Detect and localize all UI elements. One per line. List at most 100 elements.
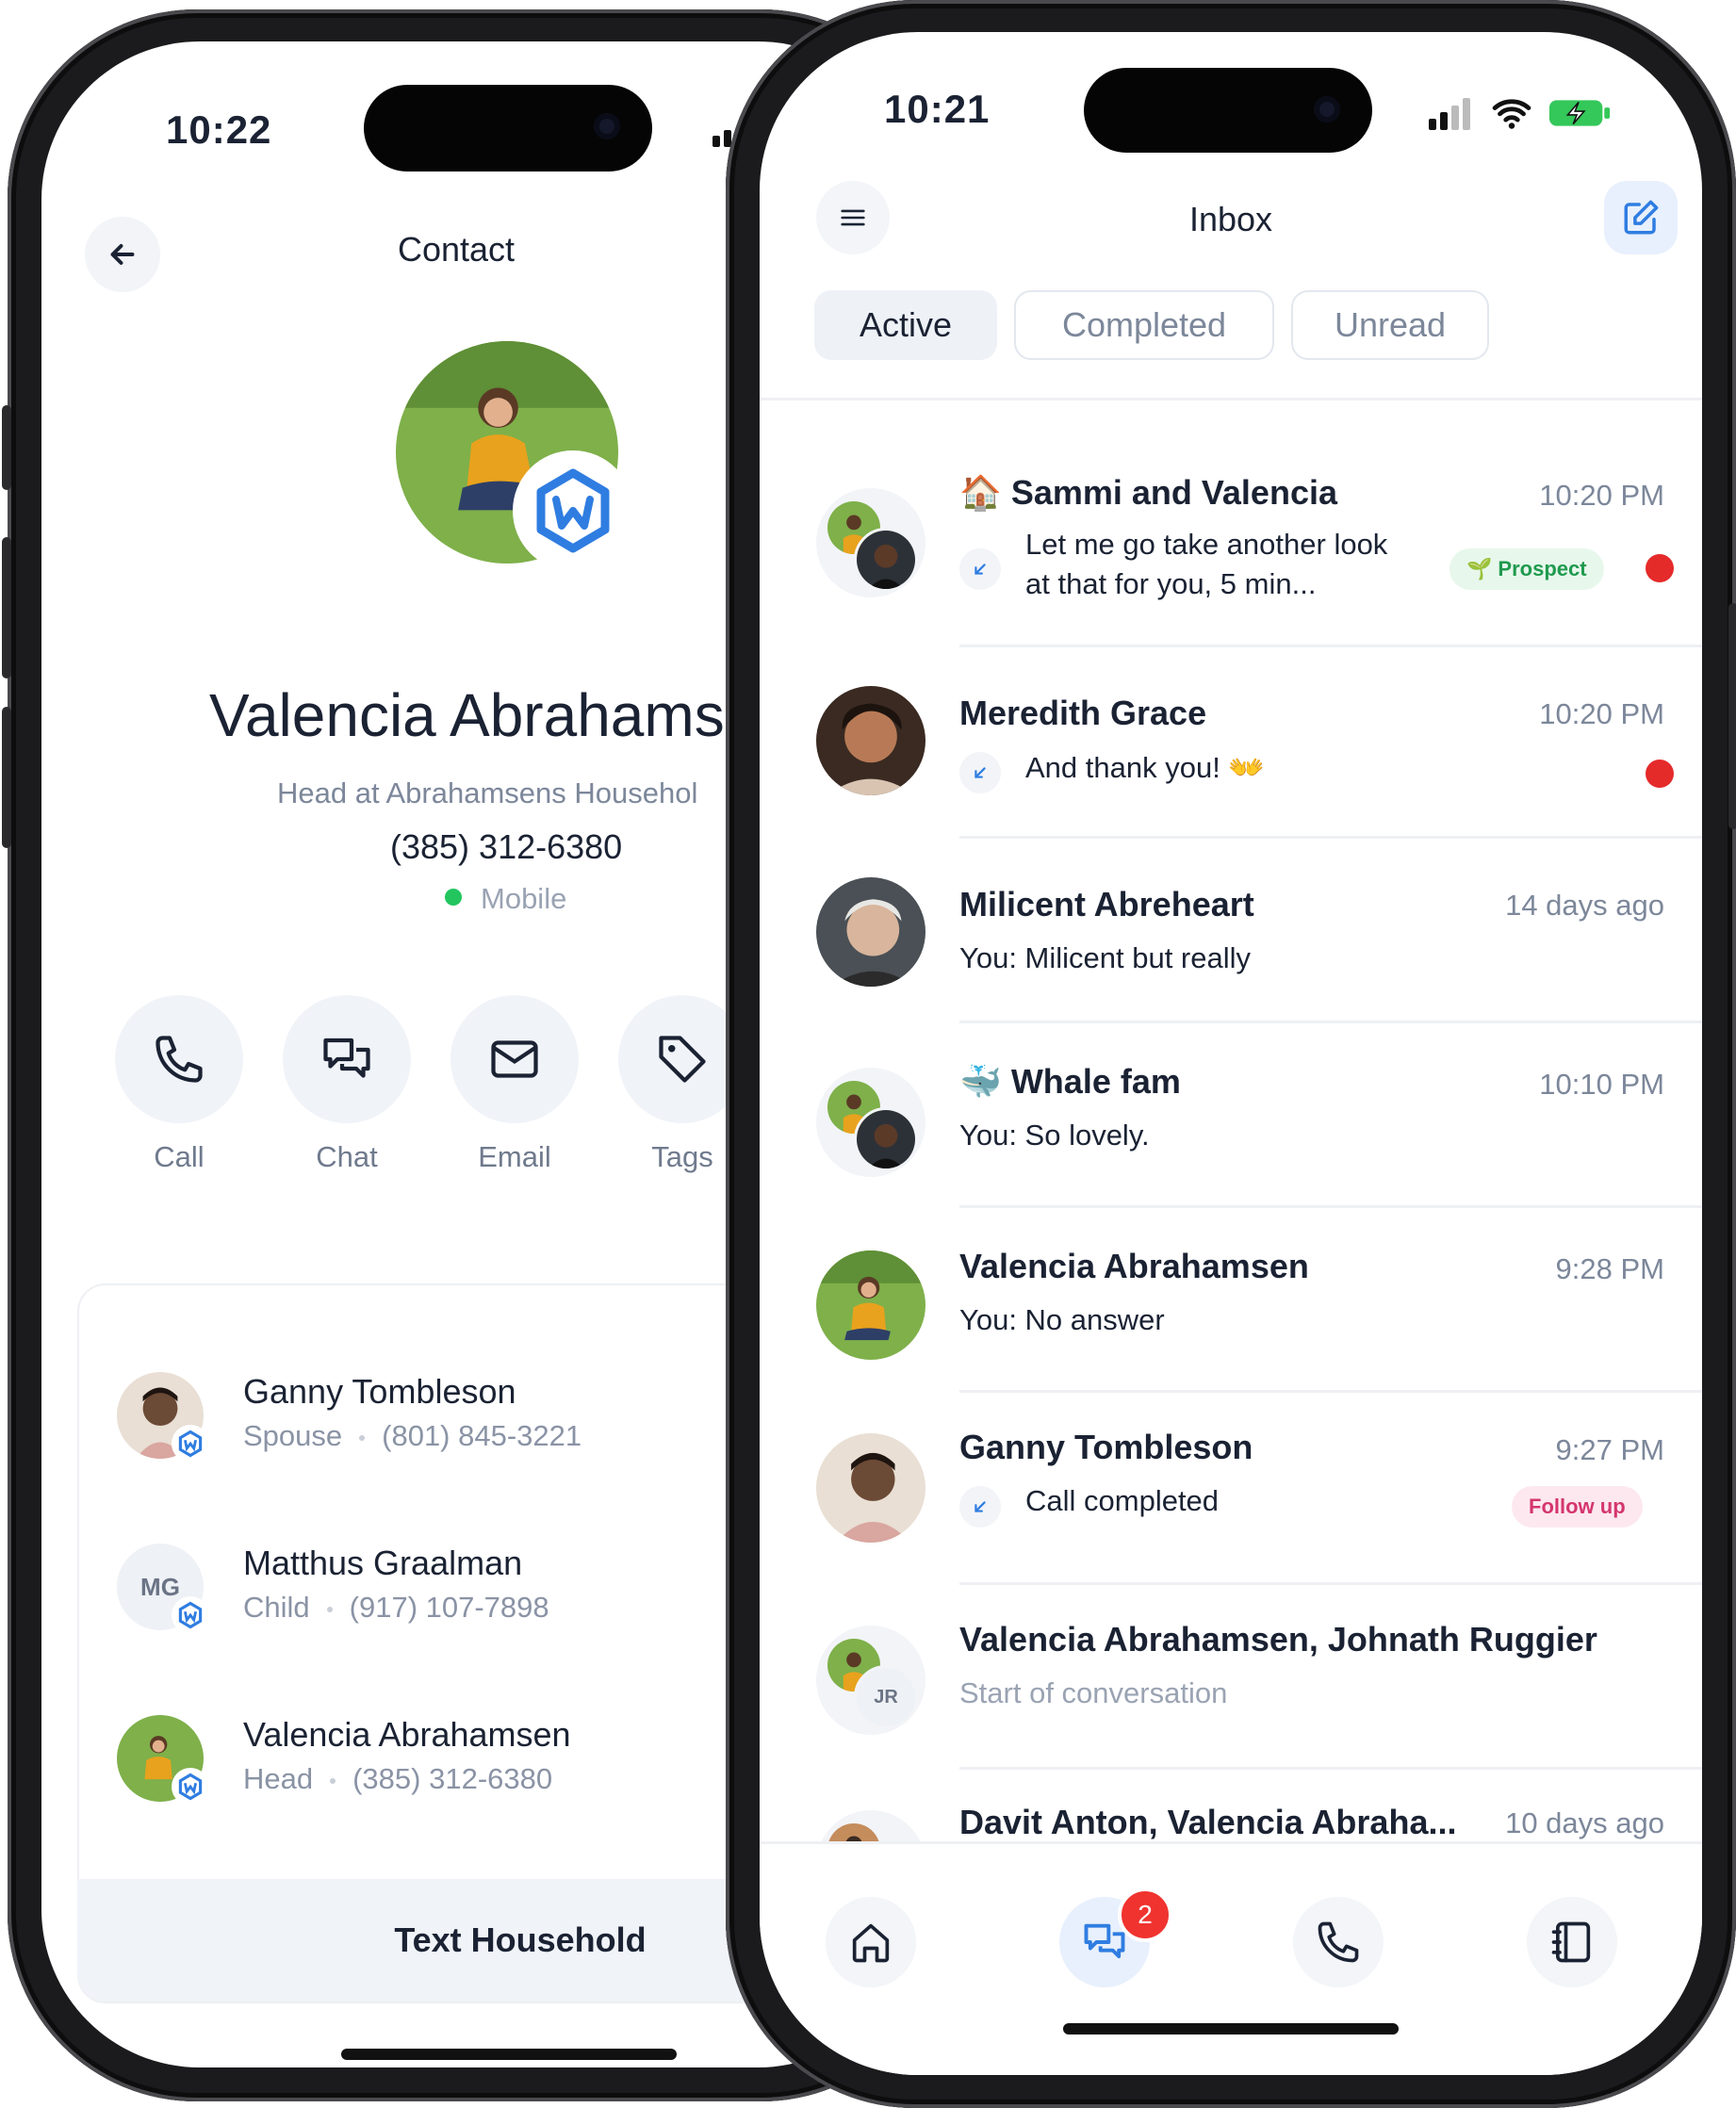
page-title: Inbox <box>1188 200 1273 238</box>
tab-completed[interactable]: Completed <box>1014 290 1274 360</box>
unread-indicator <box>1646 760 1674 788</box>
chat-icon <box>323 1038 370 1078</box>
conversation-row[interactable]: 🏠 Sammi and Valencia 10:20 PM Let me go … <box>760 437 1702 645</box>
member-name: Ganny Tombleson <box>243 1372 516 1411</box>
conversation-preview: Let me go take another look <box>1025 528 1388 561</box>
bottom-navigation: 2 <box>760 1841 1702 2075</box>
member-details: Spouse (801) 845-3221 <box>243 1419 582 1452</box>
brand-mini-icon <box>172 1596 209 1634</box>
page-title: Contact <box>397 230 516 269</box>
conversation-time: 10:20 PM <box>1539 479 1664 512</box>
phone-icon <box>156 1036 203 1083</box>
conversation-name: 🏠 Sammi and Valencia <box>959 473 1337 512</box>
contact-subtitle: Head at Abrahamsens Househol <box>277 776 698 809</box>
conversation-name: Valencia Abrahamsen <box>959 1247 1309 1285</box>
compose-icon <box>1624 200 1659 235</box>
member-details: Child (917) 107-7898 <box>243 1591 549 1624</box>
side-button <box>1728 603 1736 829</box>
follow-up-badge: Follow up <box>1512 1486 1643 1528</box>
conversation-row[interactable]: 🐳 Whale fam 10:10 PM You: So lovely. <box>760 1021 1702 1205</box>
conversation-name: Ganny Tombleson <box>959 1428 1253 1466</box>
group-avatar <box>816 488 925 597</box>
conversation-preview: You: No answer <box>959 1303 1165 1336</box>
conversation-time: 9:27 PM <box>1555 1433 1664 1466</box>
conversation-row[interactable]: Davit Anton, Valencia Abraha... 10 days … <box>760 1767 1702 1842</box>
incoming-arrow-icon <box>959 752 1001 793</box>
dynamic-island <box>1084 68 1372 153</box>
email-label: Email <box>478 1140 551 1173</box>
avatar <box>816 1433 925 1543</box>
status-dot <box>445 889 462 906</box>
conversation-row[interactable]: Meredith Grace 10:20 PM And thank you! 👐 <box>760 645 1702 836</box>
nav-home[interactable] <box>826 1897 916 1987</box>
conversation-time: 10:20 PM <box>1539 697 1664 730</box>
brand-badge <box>513 450 633 571</box>
conversation-time: 10 days ago <box>1505 1806 1664 1839</box>
wifi-icon <box>1491 96 1532 130</box>
conversation-name: 🐳 Whale fam <box>959 1062 1181 1101</box>
home-icon <box>852 1923 890 1963</box>
side-button <box>2 537 11 678</box>
status-time: 10:21 <box>884 87 991 131</box>
chat-label: Chat <box>316 1140 378 1173</box>
conversation-preview: You: Milicent but really <box>959 941 1252 974</box>
conversation-time: 14 days ago <box>1505 889 1664 922</box>
conversation-row[interactable]: Ganny Tombleson 9:27 PM Call completed F… <box>760 1390 1702 1582</box>
nav-calls[interactable] <box>1293 1897 1384 1987</box>
incoming-arrow-icon <box>959 548 1001 590</box>
conversation-time: 10:10 PM <box>1539 1068 1664 1101</box>
conversation-preview: And thank you! 👐 <box>1025 751 1266 784</box>
conversation-preview: at that for you, 5 min... <box>1025 567 1317 600</box>
conversation-row[interactable]: JR Valencia Abrahamsen, Johnath Ruggier … <box>760 1582 1702 1767</box>
hamburger-menu-icon <box>841 209 865 226</box>
tab-active[interactable]: Active <box>814 290 997 360</box>
home-indicator <box>1063 2023 1399 2034</box>
conversation-preview: You: So lovely. <box>959 1119 1150 1152</box>
incoming-arrow-icon <box>959 1486 1001 1528</box>
tab-unread[interactable]: Unread <box>1291 290 1489 360</box>
dynamic-island <box>364 85 652 172</box>
nav-contacts[interactable] <box>1527 1897 1617 1987</box>
conversation-preview: Call completed <box>1025 1484 1220 1517</box>
back-button[interactable] <box>85 217 160 292</box>
call-action[interactable]: Call <box>115 995 243 1174</box>
conversation-name: Milicent Abreheart <box>959 885 1254 923</box>
signal-icon <box>1429 98 1478 130</box>
tag-icon <box>659 1036 706 1083</box>
conversation-row[interactable]: Milicent Abreheart 14 days ago You: Mili… <box>760 836 1702 1021</box>
compose-button[interactable] <box>1604 181 1678 254</box>
mail-icon <box>491 1040 538 1078</box>
menu-button[interactable] <box>816 181 890 254</box>
conversation-name: Meredith Grace <box>959 694 1207 732</box>
arrow-left-icon <box>110 244 135 265</box>
sprout-icon: 🌱 <box>1466 557 1493 580</box>
unread-indicator <box>1646 554 1674 582</box>
chat-action[interactable]: Chat <box>283 995 411 1174</box>
member-details: Head (385) 312-6380 <box>243 1762 553 1795</box>
phone-type-label: Mobile <box>481 882 567 915</box>
contacts-book-icon <box>1551 1921 1591 1963</box>
conversation-name: Valencia Abrahamsen, Johnath Ruggier <box>959 1620 1597 1659</box>
inbox-screen: 10:21 Inbox Active Completed Unread 🏠 Sa… <box>760 32 1702 2075</box>
brand-mini-icon <box>172 1768 209 1806</box>
avatar <box>816 686 925 795</box>
group-avatar <box>816 1068 925 1177</box>
group-avatar <box>816 1810 925 1842</box>
phone-inbox: 10:21 Inbox Active Completed Unread 🏠 Sa… <box>726 0 1736 2108</box>
divider <box>760 398 1702 400</box>
member-name: Matthus Graalman <box>243 1544 523 1582</box>
conversation-name: Davit Anton, Valencia Abraha... <box>959 1803 1457 1841</box>
contact-phone[interactable]: (385) 312-6380 <box>390 827 622 867</box>
side-button <box>2 707 11 848</box>
brand-mini-icon <box>172 1425 209 1463</box>
email-action[interactable]: Email <box>450 995 579 1174</box>
conversation-preview: Start of conversation <box>959 1676 1228 1709</box>
conversation-row[interactable]: Valencia Abrahamsen 9:28 PM You: No answ… <box>760 1205 1702 1390</box>
battery-charging-icon <box>1548 96 1613 130</box>
contact-name: Valencia Abrahams <box>209 681 725 749</box>
avatar <box>816 877 925 987</box>
hexagon-w-logo-icon <box>536 468 610 553</box>
status-time: 10:22 <box>166 107 272 152</box>
call-label: Call <box>154 1140 205 1173</box>
prospect-badge: 🌱 Prospect <box>1449 548 1604 590</box>
